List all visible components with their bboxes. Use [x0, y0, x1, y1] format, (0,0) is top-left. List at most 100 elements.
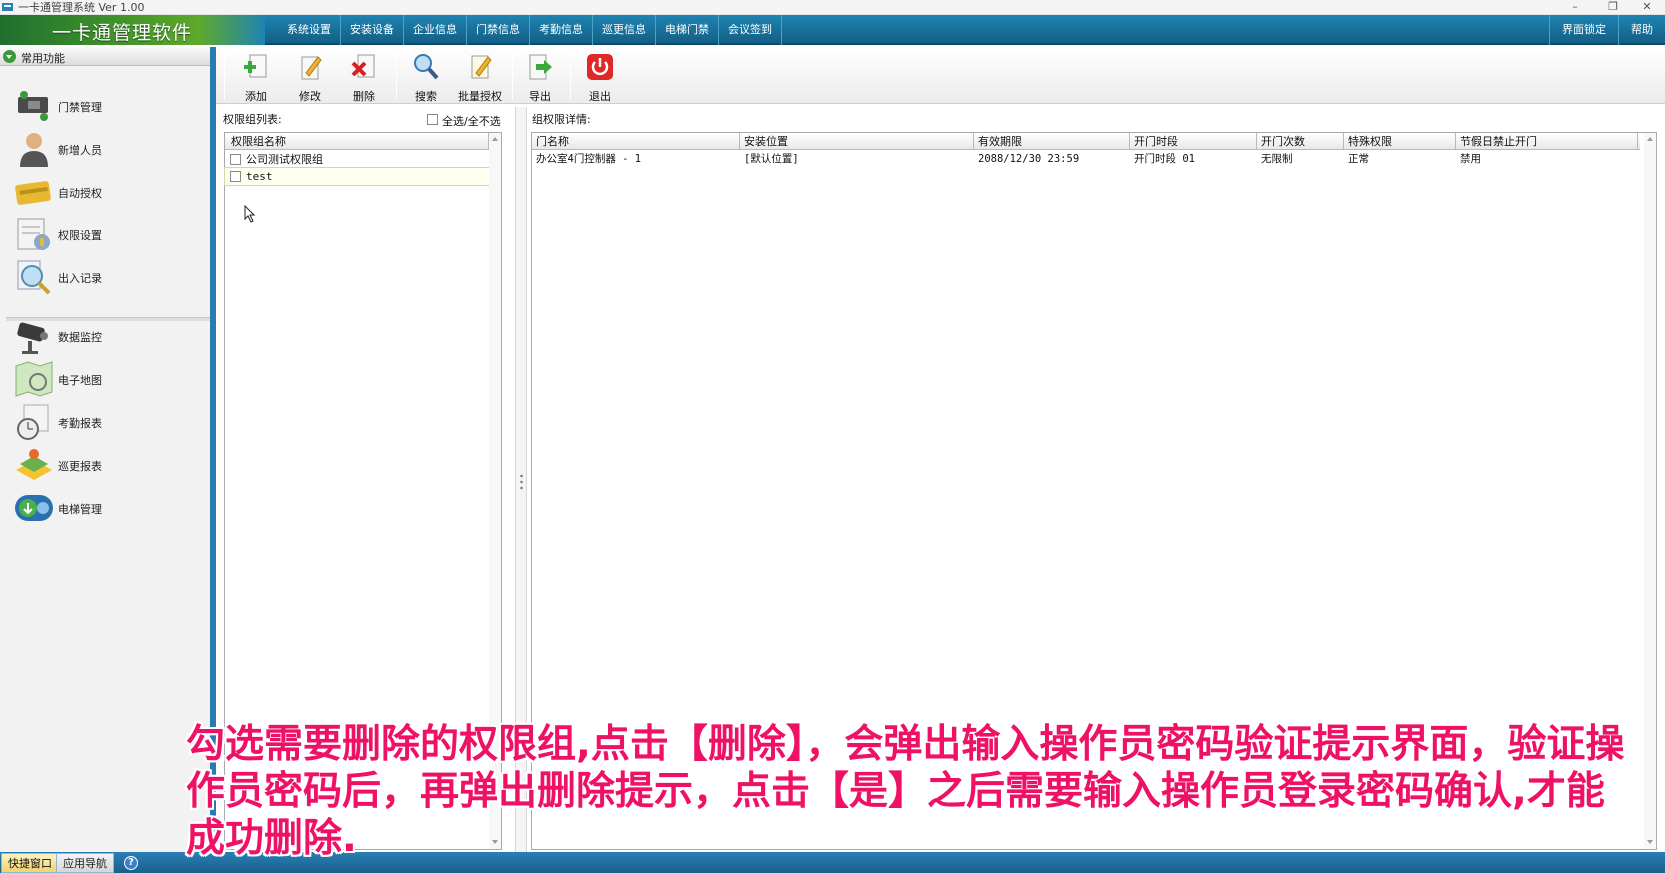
exit-button[interactable]: 退出 — [574, 51, 626, 103]
menu-meeting-checkin[interactable]: 会议签到 — [719, 15, 782, 45]
edit-button-label: 修改 — [299, 90, 321, 103]
permission-settings-icon — [17, 218, 50, 250]
scroll-down-arrow-icon[interactable] — [1647, 840, 1653, 844]
select-all-checkbox[interactable] — [427, 114, 438, 125]
edit-button[interactable]: 修改 — [284, 51, 336, 103]
sidebar-item-data-monitor[interactable]: 数据监控 — [14, 315, 204, 357]
app-icon — [2, 3, 13, 11]
sidebar-item-add-person[interactable]: 新增人员 — [14, 128, 204, 170]
sidebar-item-access-records[interactable]: 出入记录 — [14, 256, 204, 298]
tab-quick-window[interactable]: 快捷窗口 — [1, 853, 59, 873]
clock-report-icon — [17, 404, 49, 440]
sidebar-item-label: 考勤报表 — [58, 417, 102, 430]
sidebar-item-label: 自动授权 — [58, 187, 102, 200]
menu-system-settings[interactable]: 系统设置 — [278, 15, 341, 45]
batch-authorize-button[interactable]: 批量授权 — [454, 51, 506, 103]
row-checkbox[interactable] — [230, 154, 241, 165]
sidebar-item-patrol-report[interactable]: 巡更报表 — [14, 444, 204, 486]
toolbar-separator — [396, 53, 397, 99]
column-header-door-name[interactable]: 门名称 — [532, 133, 740, 150]
sidebar-item-label: 电梯管理 — [58, 503, 102, 516]
menu-install-device[interactable]: 安装设备 — [341, 15, 404, 45]
sidebar-item-attendance-report[interactable]: 考勤报表 — [14, 401, 204, 443]
menu-patrol-info[interactable]: 巡更信息 — [593, 15, 656, 45]
window-title-bar: 一卡通管理系统 Ver 1.00 – ❐ ✕ — [0, 0, 1665, 15]
cell-validity: 2088/12/30 23:59 — [978, 153, 1080, 165]
close-button[interactable]: ✕ — [1633, 0, 1661, 15]
group-name: test — [246, 170, 273, 183]
list-item[interactable]: test — [224, 167, 492, 186]
sidebar-item-auto-authorize[interactable]: 自动授权 — [14, 171, 204, 213]
cell-install-location: [默认位置] — [744, 153, 799, 165]
menu-company-info[interactable]: 企业信息 — [404, 15, 467, 45]
map-icon — [15, 361, 53, 397]
cell-open-period: 开门时段 01 — [1134, 153, 1195, 165]
menu-help[interactable]: 帮助 — [1618, 15, 1665, 45]
help-icon[interactable]: ? — [124, 856, 138, 870]
person-icon — [20, 133, 48, 167]
sidebar: 常用功能 门禁管理 新增人员 自动授权 权限设置 出入记录 数据监控 电子地图 … — [0, 47, 216, 852]
sidebar-item-elevator-management[interactable]: 电梯管理 — [14, 487, 204, 529]
toolbar-separator — [224, 53, 225, 99]
tab-app-navigation[interactable]: 应用导航 — [56, 853, 114, 873]
search-button-label: 搜索 — [415, 90, 437, 103]
permission-group-list-title: 权限组列表: — [223, 113, 282, 126]
magnifier-record-icon — [17, 260, 51, 295]
list-header: 权限组名称 — [225, 133, 491, 150]
menu-elevator-access[interactable]: 电梯门禁 — [656, 15, 719, 45]
camera-monitor-icon — [17, 322, 48, 354]
sidebar-item-electronic-map[interactable]: 电子地图 — [14, 358, 204, 400]
delete-button[interactable]: 删除 — [338, 51, 390, 103]
restore-button[interactable]: ❐ — [1599, 0, 1627, 15]
scroll-up-arrow-icon[interactable] — [492, 137, 498, 141]
cell-door-name: 办公室4门控制器 - 1 — [536, 153, 642, 165]
toolbar-separator — [512, 53, 513, 99]
column-header-validity[interactable]: 有效期限 — [974, 133, 1130, 150]
column-header-holiday-no-open[interactable]: 节假日禁止开门 — [1456, 133, 1638, 150]
app-logo-text: 一卡通管理软件 — [52, 22, 193, 44]
sidebar-item-permission-settings[interactable]: 权限设置 — [14, 213, 204, 255]
column-header-group-name[interactable]: 权限组名称 — [225, 133, 489, 150]
column-header-open-period[interactable]: 开门时段 — [1130, 133, 1257, 150]
grid-scrollbar[interactable] — [1644, 133, 1656, 849]
grid-header: 门名称 安装位置 有效期限 开门时段 开门次数 特殊权限 节假日禁止开门 — [532, 133, 1640, 150]
add-icon — [244, 54, 267, 78]
sidebar-item-label: 权限设置 — [58, 229, 102, 242]
toolbar-separator — [570, 53, 571, 99]
sidebar-header[interactable]: 常用功能 — [0, 47, 210, 66]
add-button[interactable]: 添加 — [230, 51, 282, 103]
minimize-button[interactable]: – — [1561, 0, 1589, 15]
menu-right: 界面锁定 帮助 — [1549, 15, 1665, 45]
collapse-arrow-icon — [3, 50, 16, 63]
power-icon — [587, 54, 613, 80]
exit-button-label: 退出 — [589, 90, 611, 103]
list-item[interactable]: 公司测试权限组 — [225, 151, 491, 168]
menu-bar: 一卡通管理软件 系统设置 安装设备 企业信息 门禁信息 考勤信息 巡更信息 电梯… — [0, 15, 1665, 45]
row-checkbox[interactable] — [230, 171, 241, 182]
sidebar-header-label: 常用功能 — [21, 52, 65, 65]
export-button-label: 导出 — [529, 90, 551, 103]
elevator-icon — [15, 495, 53, 521]
column-header-special-permission[interactable]: 特殊权限 — [1344, 133, 1456, 150]
cell-holiday-no-open: 禁用 — [1460, 153, 1481, 165]
menu-attendance-info[interactable]: 考勤信息 — [530, 15, 593, 45]
app-logo: 一卡通管理软件 — [0, 15, 265, 45]
column-header-open-count[interactable]: 开门次数 — [1257, 133, 1344, 150]
edit-icon — [301, 56, 322, 80]
sidebar-item-label: 门禁管理 — [58, 101, 102, 114]
sidebar-item-access-control[interactable]: 门禁管理 — [14, 85, 204, 127]
splitter-grip-icon — [520, 473, 523, 491]
export-button[interactable]: 导出 — [514, 51, 566, 103]
scroll-up-arrow-icon[interactable] — [1647, 137, 1653, 141]
cell-open-count: 无限制 — [1261, 153, 1293, 165]
column-header-install-location[interactable]: 安装位置 — [740, 133, 974, 150]
sidebar-item-label: 出入记录 — [58, 272, 102, 285]
sidebar-item-label: 巡更报表 — [58, 460, 102, 473]
search-icon — [414, 54, 439, 80]
batch-authorize-icon — [471, 55, 492, 79]
menu-lock-screen[interactable]: 界面锁定 — [1549, 15, 1618, 45]
menu-access-info[interactable]: 门禁信息 — [467, 15, 530, 45]
table-row[interactable]: 办公室4门控制器 - 1 [默认位置] 2088/12/30 23:59 开门时… — [532, 151, 1640, 168]
search-button[interactable]: 搜索 — [400, 51, 452, 103]
delete-button-label: 删除 — [353, 90, 375, 103]
